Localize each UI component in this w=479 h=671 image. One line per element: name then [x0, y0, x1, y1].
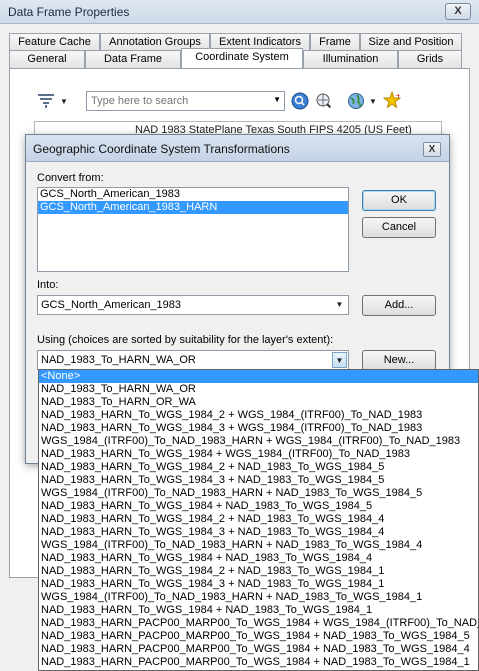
- dropdown-option[interactable]: NAD_1983_HARN_To_WGS_1984_2 + NAD_1983_T…: [39, 513, 478, 526]
- filter-dropdown-icon[interactable]: ▼: [60, 97, 68, 106]
- dialog-close-button[interactable]: X: [423, 142, 441, 157]
- dropdown-option[interactable]: NAD_1983_HARN_PACP00_MARP00_To_WGS_1984 …: [39, 656, 478, 669]
- ok-button[interactable]: OK: [362, 190, 436, 211]
- search-icon[interactable]: [291, 92, 309, 110]
- tab-size-and-position[interactable]: Size and Position: [360, 33, 462, 51]
- globe-icon[interactable]: [347, 92, 365, 110]
- chevron-down-icon[interactable]: ▼: [332, 352, 347, 368]
- dropdown-option[interactable]: NAD_1983_To_HARN_OR_WA: [39, 396, 478, 409]
- convert-from-list[interactable]: GCS_North_American_1983 GCS_North_Americ…: [37, 187, 349, 272]
- list-item[interactable]: GCS_North_American_1983: [38, 188, 348, 201]
- dropdown-option[interactable]: NAD_1983_To_HARN_WA_OR: [39, 383, 478, 396]
- zoom-globe-icon[interactable]: [315, 92, 333, 110]
- tab-grids[interactable]: Grids: [398, 50, 462, 68]
- dropdown-option[interactable]: WGS_1984_(ITRF00)_To_NAD_1983_HARN + NAD…: [39, 591, 478, 604]
- cancel-button[interactable]: Cancel: [362, 217, 436, 238]
- into-select[interactable]: GCS_North_American_1983 ▼: [37, 295, 349, 315]
- search-field[interactable]: ▼: [86, 91, 285, 111]
- dropdown-option[interactable]: NAD_1983_HARN_To_WGS_1984 + NAD_1983_To_…: [39, 552, 478, 565]
- tab-coordinate-system[interactable]: Coordinate System: [181, 48, 303, 68]
- tab-frame[interactable]: Frame: [310, 33, 360, 51]
- chevron-down-icon[interactable]: ▼: [332, 297, 347, 313]
- search-dropdown-icon[interactable]: ▼: [273, 95, 281, 104]
- dropdown-option[interactable]: NAD_1983_HARN_PACP00_MARP00_To_WGS_1984 …: [39, 643, 478, 656]
- dropdown-option[interactable]: <None>: [39, 370, 478, 383]
- tab-general[interactable]: General: [9, 50, 85, 68]
- dropdown-option[interactable]: NAD_1983_HARN_To_WGS_1984_2 + NAD_1983_T…: [39, 461, 478, 474]
- using-label: Using (choices are sorted by suitability…: [37, 334, 334, 346]
- tab-feature-cache[interactable]: Feature Cache: [9, 33, 100, 51]
- dropdown-option[interactable]: NAD_1983_HARN_To_WGS_1984_2 + NAD_1983_T…: [39, 565, 478, 578]
- convert-from-label: Convert from:: [37, 172, 104, 184]
- new-button[interactable]: New...: [362, 350, 436, 371]
- using-value: NAD_1983_To_HARN_WA_OR: [41, 354, 196, 366]
- into-label: Into:: [37, 279, 59, 291]
- window-titlebar: Data Frame Properties X: [0, 0, 479, 24]
- globe-dropdown-icon[interactable]: ▼: [369, 97, 377, 106]
- dropdown-option[interactable]: WGS_1984_(ITRF00)_To_NAD_1983_HARN + NAD…: [39, 487, 478, 500]
- tab-data-frame[interactable]: Data Frame: [85, 50, 181, 68]
- dropdown-option[interactable]: NAD_1983_HARN_To_WGS_1984 + NAD_1983_To_…: [39, 604, 478, 617]
- window-title: Data Frame Properties: [8, 5, 130, 19]
- dropdown-option[interactable]: NAD_1983_HARN_PACP00_MARP00_To_WGS_1984 …: [39, 630, 478, 643]
- dropdown-option[interactable]: NAD_1983_HARN_To_WGS_1984 + WGS_1984_(IT…: [39, 448, 478, 461]
- dropdown-option[interactable]: NAD_1983_HARN_PACP00_MARP00_To_WGS_1984 …: [39, 617, 478, 630]
- dropdown-option[interactable]: NAD_1983_HARN_To_WGS_1984 + NAD_1983_To_…: [39, 500, 478, 513]
- into-value: GCS_North_American_1983: [41, 299, 182, 311]
- filter-icon[interactable]: [37, 93, 55, 109]
- add-button[interactable]: Add...: [362, 295, 436, 316]
- dropdown-option[interactable]: WGS_1984_(ITRF00)_To_NAD_1983_HARN + NAD…: [39, 539, 478, 552]
- dropdown-option[interactable]: NAD_1983_HARN_To_WGS_1984_2 + WGS_1984_(…: [39, 409, 478, 422]
- tab-illumination[interactable]: Illumination: [303, 50, 398, 68]
- dropdown-option[interactable]: NAD_1983_HARN_To_WGS_1984_3 + NAD_1983_T…: [39, 526, 478, 539]
- search-input[interactable]: [87, 92, 263, 110]
- list-item-selected[interactable]: GCS_North_American_1983_HARN: [38, 201, 348, 214]
- dropdown-option[interactable]: NAD_1983_HARN_To_WGS_1984_3 + WGS_1984_(…: [39, 422, 478, 435]
- dropdown-option[interactable]: NAD_1983_HARN_To_WGS_1984_3 + NAD_1983_T…: [39, 474, 478, 487]
- window-close-button[interactable]: X: [445, 3, 471, 20]
- using-select[interactable]: NAD_1983_To_HARN_WA_OR ▼: [37, 350, 349, 370]
- dropdown-option[interactable]: WGS_1984_(ITRF00)_To_NAD_1983_HARN + WGS…: [39, 435, 478, 448]
- dialog-titlebar: Geographic Coordinate System Transformat…: [26, 135, 449, 162]
- using-dropdown-list[interactable]: <None> NAD_1983_To_HARN_WA_OR NAD_1983_T…: [38, 369, 479, 671]
- add-favorite-icon[interactable]: +: [383, 91, 401, 109]
- dialog-title: Geographic Coordinate System Transformat…: [33, 142, 290, 156]
- dropdown-option[interactable]: NAD_1983_HARN_To_WGS_1984_3 + NAD_1983_T…: [39, 578, 478, 591]
